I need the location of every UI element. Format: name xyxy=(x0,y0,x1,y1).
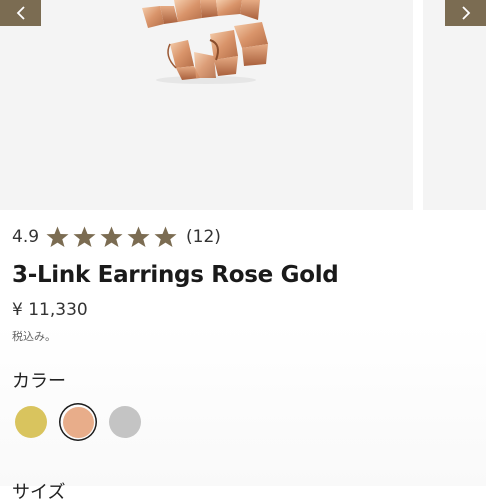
color-option-label: カラー xyxy=(12,371,66,392)
previous-image-button[interactable] xyxy=(0,0,41,26)
color-swatch-gold[interactable] xyxy=(12,403,50,441)
product-title: 3-Link Earrings Rose Gold xyxy=(12,262,339,288)
color-swatch-silver[interactable] xyxy=(106,403,144,441)
product-image xyxy=(142,0,268,84)
size-option-label: サイズ xyxy=(12,482,66,503)
chevron-left-icon xyxy=(16,6,25,20)
next-image-slide[interactable] xyxy=(423,0,486,210)
color-swatches xyxy=(12,403,144,441)
star-icon xyxy=(46,226,69,247)
swatch-dot xyxy=(15,406,47,438)
star-icon xyxy=(100,226,123,247)
star-icon xyxy=(154,226,177,247)
chevron-right-icon xyxy=(461,6,470,20)
swatch-dot xyxy=(62,406,94,438)
tax-note: 税込み。 xyxy=(12,330,56,343)
product-info: 4.9 (12) 3-Link Earrings Rose Gold ¥ 11,… xyxy=(0,212,486,503)
rating-value: 4.9 xyxy=(12,227,40,247)
swatch-dot xyxy=(109,406,141,438)
product-image-slide[interactable] xyxy=(0,0,413,210)
product-gallery xyxy=(0,0,486,212)
rating-count: (12) xyxy=(186,227,221,247)
product-price: ¥ 11,330 xyxy=(12,300,88,320)
rating-stars xyxy=(45,225,178,249)
next-image-button[interactable] xyxy=(445,0,486,26)
star-icon xyxy=(73,226,96,247)
color-swatch-rose-gold[interactable] xyxy=(59,403,97,441)
star-icon xyxy=(127,226,150,247)
product-rating[interactable]: 4.9 (12) xyxy=(12,224,221,250)
